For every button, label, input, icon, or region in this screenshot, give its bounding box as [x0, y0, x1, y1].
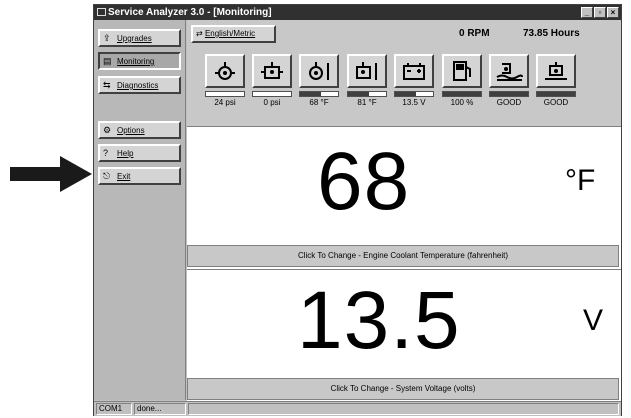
gauge-coolant-temperature[interactable]: 81 °F [345, 54, 389, 107]
gauge-system-voltage[interactable]: 13.5 V [392, 54, 436, 107]
diagnostics-button[interactable]: ⇆ Diagnostics [98, 76, 181, 94]
gauge-fill [395, 92, 416, 96]
coolant-temperature-panel[interactable]: 68 °F Click To Change - Engine Coolant T… [187, 126, 621, 269]
sidebar: ⇪ Upgrades ▤ Monitoring ⇆ Diagnostics ⚙ Opti… [94, 20, 186, 400]
title-bar: Service Analyzer 3.0 - [Monitoring] _ ▫ … [94, 5, 621, 20]
system-voltage-unit: V [583, 304, 604, 337]
close-button[interactable]: × [607, 7, 619, 18]
monitoring-label: Monitoring [117, 57, 155, 66]
monitoring-button[interactable]: ▤ Monitoring [98, 52, 181, 70]
options-button[interactable]: ⚙ Options [98, 121, 181, 139]
units-icon: ⇄ [196, 29, 205, 38]
gauge-value: 0 psi [263, 98, 281, 107]
gauge-value: GOOD [496, 98, 522, 107]
gauge-fill [443, 92, 481, 96]
gauge-bar [299, 91, 339, 97]
coolant-temperature-unit: °F [565, 164, 596, 197]
app-icon [97, 8, 106, 16]
upgrades-label: Upgrades [117, 34, 152, 43]
gauge-bar [536, 91, 576, 97]
exit-icon: ⎋ [103, 171, 111, 181]
top-bar: ⇄ English/Metric 0 RPM 73.85 Hours [187, 20, 621, 50]
gauge-oil-pressure[interactable]: 24 psi [203, 54, 247, 107]
exit-label: Exit [117, 172, 131, 181]
monitoring-icon: ▤ [103, 56, 112, 66]
gauge-value: 68 °F [309, 98, 329, 107]
window-title: Service Analyzer 3.0 - [Monitoring] [108, 7, 272, 18]
app-window: Service Analyzer 3.0 - [Monitoring] _ ▫ … [93, 4, 622, 416]
engine-pressure-icon[interactable] [252, 54, 292, 88]
gauge-value: 100 % [450, 98, 474, 107]
gauge-bar [252, 91, 292, 97]
gauge-coolant-level[interactable]: GOOD [487, 54, 531, 107]
oil-level-icon[interactable] [536, 54, 576, 88]
gauge-fuel-pressure[interactable]: 0 psi [250, 54, 294, 107]
options-icon: ⚙ [103, 125, 112, 135]
gauge-value: GOOD [543, 98, 569, 107]
battery-icon[interactable] [394, 54, 434, 88]
gauge-value: 13.5 V [402, 98, 426, 107]
gauge-bar [205, 91, 245, 97]
help-icon: ? [103, 148, 109, 158]
status-state: done... [134, 403, 186, 415]
status-port: COM1 [96, 403, 132, 415]
window-controls: _ ▫ × [581, 7, 619, 18]
hours-readout: 73.85 Hours [523, 28, 580, 39]
gauge-fuel-level[interactable]: 100 % [440, 54, 484, 107]
gauge-value: 24 psi [214, 98, 236, 107]
diagnostics-icon: ⇆ [103, 80, 111, 90]
pointer-arrow-icon [10, 156, 92, 192]
gauge-bar [394, 91, 434, 97]
status-empty [188, 403, 619, 415]
fuel-pump-icon[interactable] [442, 54, 482, 88]
coolant-temperature-value: 68 [317, 136, 411, 227]
gauge-fill [348, 92, 369, 96]
rpm-readout: 0 RPM [459, 28, 490, 39]
options-label: Options [117, 126, 145, 135]
system-voltage-panel[interactable]: 13.5 V Click To Change - System Voltage … [187, 269, 621, 401]
help-button[interactable]: ? Help [98, 144, 181, 162]
gauge-bar [347, 91, 387, 97]
gauge-bar [489, 91, 529, 97]
gauge-row: 24 psi 0 psi 68 °F 81 °F 13.5 V 100 % GO… [187, 50, 621, 126]
upgrades-button[interactable]: ⇪ Upgrades [98, 29, 181, 47]
gauge-value: 81 °F [357, 98, 377, 107]
gauge-fill [537, 92, 575, 96]
english-metric-button[interactable]: ⇄ English/Metric [191, 25, 276, 43]
gauge-fill [300, 92, 321, 96]
system-voltage-change-button[interactable]: Click To Change - System Voltage (volts) [187, 378, 619, 400]
coolant-level-icon[interactable] [489, 54, 529, 88]
gauge-bar [442, 91, 482, 97]
gauge-oil-temperature[interactable]: 68 °F [297, 54, 341, 107]
restore-button[interactable]: ▫ [594, 7, 606, 18]
gauge-oil-level[interactable]: GOOD [534, 54, 578, 107]
minimize-button[interactable]: _ [581, 7, 593, 18]
coolant-temperature-change-button[interactable]: Click To Change - Engine Coolant Tempera… [187, 245, 619, 267]
status-bar: COM1 done... [94, 401, 621, 416]
oil-temp-icon[interactable] [299, 54, 339, 88]
exit-button[interactable]: ⎋ Exit [98, 167, 181, 185]
help-label: Help [117, 149, 134, 158]
system-voltage-value: 13.5 [297, 275, 461, 366]
coolant-temp-icon[interactable] [347, 54, 387, 88]
upgrades-icon: ⇪ [103, 33, 111, 43]
english-metric-label: English/Metric [204, 29, 256, 38]
diagnostics-label: Diagnostics [117, 81, 159, 90]
gauge-fill [490, 92, 528, 96]
oil-can-icon[interactable] [205, 54, 245, 88]
